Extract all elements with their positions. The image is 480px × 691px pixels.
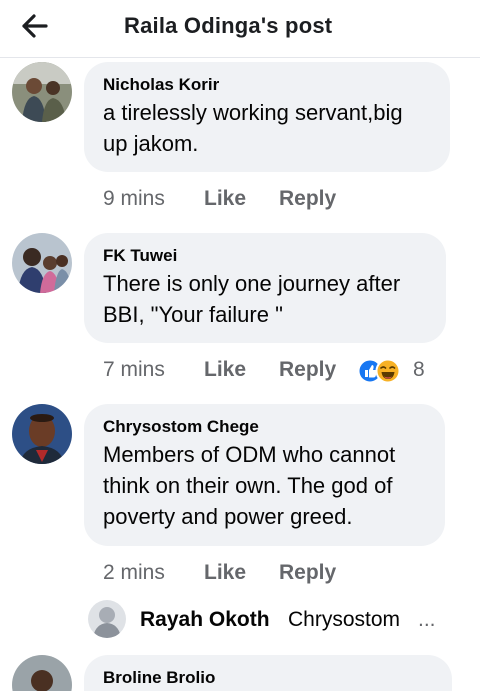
comment-author[interactable]: Broline Brolio [103, 668, 434, 688]
like-button[interactable]: Like [204, 187, 246, 211]
comment-text: Members of ODM who cannot think on their… [103, 439, 427, 532]
comment-line: a tirelessly working servant,big [103, 100, 403, 125]
avatar[interactable] [12, 404, 72, 464]
comment-author[interactable]: FK Tuwei [103, 246, 428, 266]
comment-line: up jakom. [103, 131, 199, 156]
comment-line: Members of ODM who cannot [103, 442, 396, 467]
like-button[interactable]: Like [204, 561, 246, 585]
reply-button[interactable]: Reply [279, 561, 336, 585]
reply-snippet: Chrysostom [288, 608, 401, 631]
reactions-summary[interactable] [357, 357, 403, 385]
comment-author[interactable]: Nicholas Korir [103, 75, 432, 95]
avatar[interactable] [12, 655, 72, 691]
comment-bubble: FK Tuwei There is only one journey after… [84, 233, 446, 343]
comment-line: BBI, "Your failure " [103, 302, 283, 327]
comment-author[interactable]: Chrysostom Chege [103, 417, 427, 437]
reply-author[interactable]: Rayah Okoth [140, 608, 270, 632]
reaction-count[interactable]: 8 [413, 358, 425, 382]
top-bar: Raila Odinga's post [0, 0, 480, 58]
comment-text: There is only one journey after BBI, "Yo… [103, 268, 428, 330]
page-title: Raila Odinga's post [124, 13, 333, 38]
back-arrow-icon[interactable] [18, 10, 54, 42]
comment-bubble: Broline Brolio [84, 655, 452, 691]
reply-ellipsis: ... [418, 608, 436, 631]
comment-line: There is only one journey after [103, 271, 401, 296]
comment-bubble: Chrysostom Chege Members of ODM who cann… [84, 404, 445, 546]
comment-time: 2 mins [103, 561, 165, 584]
comment-line: think on their own. The god of [103, 473, 393, 498]
avatar[interactable] [88, 600, 126, 638]
avatar[interactable] [12, 62, 72, 122]
reply-button[interactable]: Reply [279, 358, 336, 382]
reply-preview[interactable]: Rayah Okoth Chrysostom ... [88, 600, 480, 640]
avatar[interactable] [12, 233, 72, 293]
comment-line: poverty and power greed. [103, 504, 353, 529]
comment-time: 9 mins [103, 187, 165, 210]
comment-text: a tirelessly working servant,big up jako… [103, 97, 432, 159]
comment-bubble: Nicholas Korir a tirelessly working serv… [84, 62, 450, 172]
like-button[interactable]: Like [204, 358, 246, 382]
reply-button[interactable]: Reply [279, 187, 336, 211]
comment-time: 7 mins [103, 358, 165, 381]
